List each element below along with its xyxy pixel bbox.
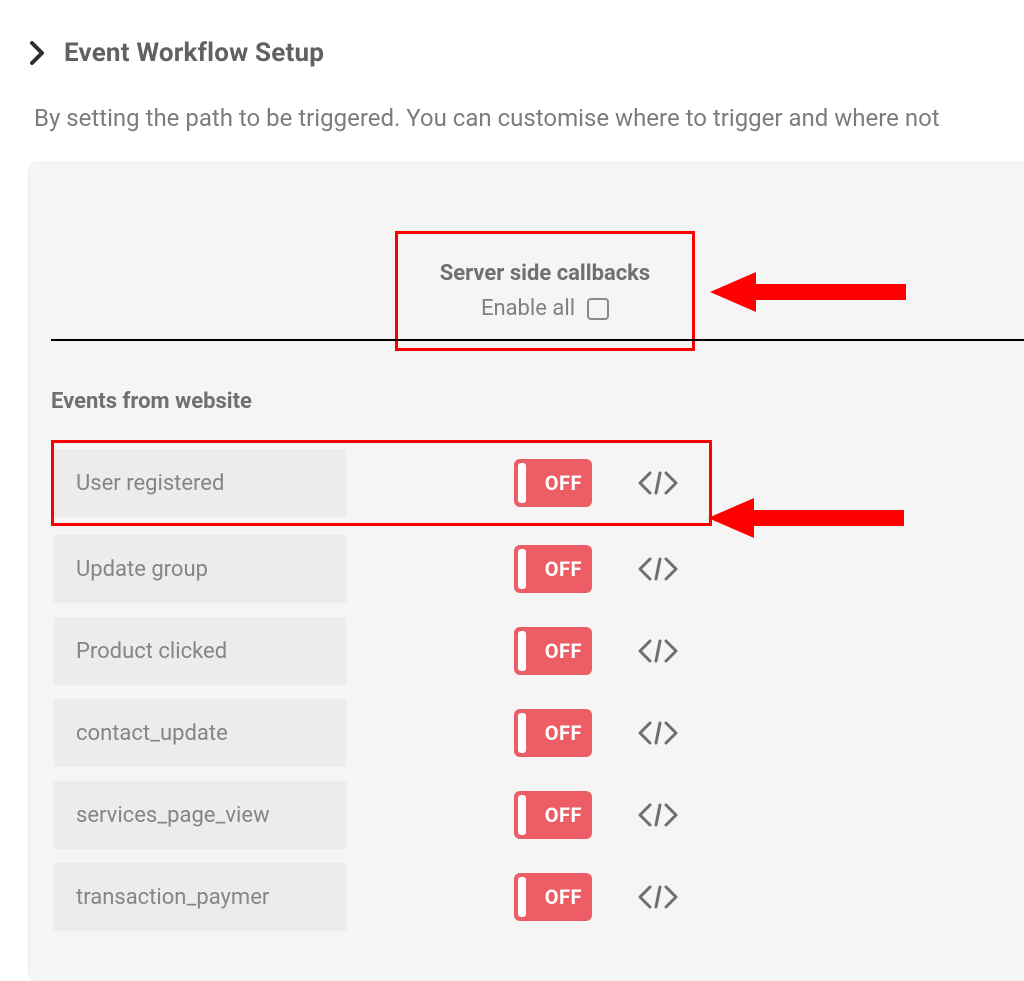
event-toggle[interactable]: OFF — [514, 627, 592, 675]
event-row: transaction_paymer OFF — [51, 860, 1024, 934]
callbacks-header: Server side callbacks Enable all — [29, 163, 1024, 333]
enable-all-label: Enable all — [481, 296, 575, 321]
event-row-wrap: Product clicked OFF — [51, 612, 1024, 690]
callbacks-highlight-box: Server side callbacks Enable all — [395, 231, 695, 351]
code-icon[interactable] — [638, 719, 678, 747]
code-icon[interactable] — [638, 801, 678, 829]
event-toggle[interactable]: OFF — [514, 545, 592, 593]
toggle-label: OFF — [545, 885, 582, 909]
event-row: Product clicked OFF — [51, 614, 1024, 688]
settings-panel: Server side callbacks Enable all Events … — [28, 162, 1024, 981]
event-toggle[interactable]: OFF — [514, 709, 592, 757]
event-row-wrap: contact_update OFF — [51, 694, 1024, 772]
section-divider — [51, 339, 1024, 341]
toggle-label: OFF — [545, 639, 582, 663]
event-row: contact_update OFF — [51, 696, 1024, 770]
event-row-wrap: services_page_view OFF — [51, 776, 1024, 854]
event-label[interactable]: Product clicked — [54, 617, 346, 685]
toggle-knob — [518, 549, 526, 589]
event-row: User registered OFF — [54, 449, 709, 517]
event-row-wrap: Update group OFF — [51, 530, 1024, 608]
toggle-label: OFF — [545, 721, 582, 745]
event-label[interactable]: Update group — [54, 535, 346, 603]
event-row: services_page_view OFF — [51, 778, 1024, 852]
toggle-knob — [518, 713, 526, 753]
event-label[interactable]: contact_update — [54, 699, 346, 767]
code-icon[interactable] — [638, 555, 678, 583]
event-label[interactable]: transaction_paymer — [54, 863, 346, 931]
chevron-right-icon[interactable] — [30, 41, 46, 65]
enable-all-checkbox[interactable] — [587, 298, 609, 320]
enable-all-row: Enable all — [481, 296, 609, 321]
event-toggle[interactable]: OFF — [514, 459, 592, 507]
toggle-label: OFF — [545, 471, 582, 495]
toggle-knob — [518, 631, 526, 671]
events-section-title: Events from website — [51, 389, 1024, 414]
code-icon[interactable] — [638, 469, 678, 497]
event-toggle[interactable]: OFF — [514, 791, 592, 839]
event-row-highlight: User registered OFF — [51, 440, 712, 526]
toggle-knob — [518, 795, 526, 835]
toggle-label: OFF — [545, 557, 582, 581]
event-row: Update group OFF — [51, 532, 1024, 606]
event-label[interactable]: User registered — [54, 449, 346, 517]
page-title: Event Workflow Setup — [64, 38, 324, 68]
callbacks-title: Server side callbacks — [440, 261, 650, 286]
toggle-label: OFF — [545, 803, 582, 827]
toggle-knob — [518, 463, 526, 503]
event-row-wrap: transaction_paymer OFF — [51, 858, 1024, 936]
toggle-knob — [518, 877, 526, 917]
page-description: By setting the path to be triggered. You… — [0, 68, 1024, 132]
event-label[interactable]: services_page_view — [54, 781, 346, 849]
code-icon[interactable] — [638, 883, 678, 911]
event-toggle[interactable]: OFF — [514, 873, 592, 921]
page-header: Event Workflow Setup — [0, 0, 1024, 68]
events-section: Events from website User registered OFF … — [29, 333, 1024, 936]
code-icon[interactable] — [638, 637, 678, 665]
